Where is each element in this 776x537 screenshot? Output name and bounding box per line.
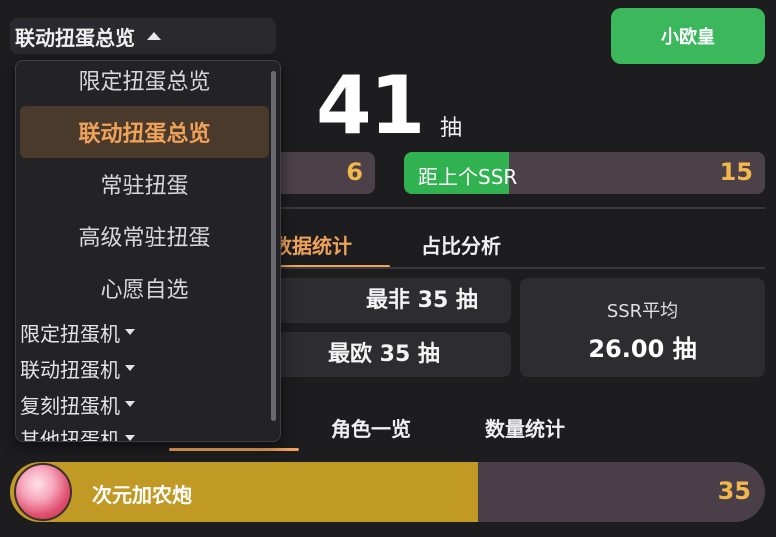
menu-item-premium-standard[interactable]: 高级常驻扭蛋: [20, 210, 269, 262]
stat-worst-text: 最非 35 抽: [366, 288, 478, 313]
pity-since-ssr-label: 距上个SSR: [418, 165, 518, 189]
chevron-down-icon: [125, 435, 135, 441]
total-pulls-unit: 抽: [440, 116, 463, 141]
stat-card-best: 最欧 35 抽: [270, 332, 511, 377]
menu-group-limited[interactable]: 限定扭蛋机: [20, 317, 135, 347]
menu-item-collab-overview[interactable]: 联动扭蛋总览: [20, 106, 269, 158]
ssr-average-value: 26.00 抽: [588, 335, 697, 363]
menu-group-label: 复刻扭蛋机: [20, 393, 120, 418]
divider: [270, 267, 765, 269]
character-count-fill: [10, 462, 479, 522]
character-count: 35: [717, 477, 751, 505]
menu-item-wishlist[interactable]: 心愿自选: [20, 262, 269, 314]
character-name: 次元加农炮: [92, 483, 192, 507]
menu-group-other[interactable]: 其他扭蛋机: [20, 423, 135, 442]
menu-scrollbar[interactable]: [271, 71, 276, 421]
stat-best-text: 最欧 35 抽: [328, 342, 440, 367]
character-row[interactable]: 次元加农炮 35: [10, 462, 765, 522]
luck-title-button[interactable]: 小欧皇: [611, 8, 765, 64]
chevron-down-icon: [125, 365, 135, 371]
menu-item-limited-overview[interactable]: 限定扭蛋总览: [20, 61, 269, 106]
stat-card-ssr-average: SSR平均 26.00 抽: [520, 278, 765, 377]
pity-bar-left: 6: [270, 152, 375, 194]
pity-since-ssr-value: 15: [719, 158, 753, 186]
menu-group-label: 其他扭蛋机: [20, 427, 120, 442]
character-avatar: [14, 463, 72, 521]
chevron-down-icon: [125, 329, 135, 335]
chevron-down-icon: [125, 401, 135, 407]
pity-left-value: 6: [346, 158, 363, 186]
pity-bar-since-ssr: 距上个SSR 15: [404, 152, 765, 194]
tab-character-list[interactable]: 角色一览: [331, 413, 411, 442]
tab-ratio-analysis[interactable]: 占比分析: [421, 230, 501, 259]
tab-underline: [169, 448, 299, 451]
pool-selector[interactable]: 联动扭蛋总览: [10, 18, 276, 54]
pool-selector-label: 联动扭蛋总览: [15, 25, 135, 50]
stat-card-worst: 最非 35 抽: [270, 278, 511, 323]
tab-count-stats[interactable]: 数量统计: [485, 413, 565, 442]
tab-data-stats[interactable]: 数据统计: [272, 230, 352, 259]
menu-group-label: 限定扭蛋机: [20, 321, 120, 346]
total-pulls: 41: [316, 59, 425, 152]
ssr-average-label: SSR平均: [606, 301, 679, 322]
menu-item-standard[interactable]: 常驻扭蛋: [20, 158, 269, 210]
menu-group-label: 联动扭蛋机: [20, 357, 120, 382]
pool-dropdown-menu: 限定扭蛋总览 联动扭蛋总览 常驻扭蛋 高级常驻扭蛋 心愿自选 限定扭蛋机 联动扭…: [15, 60, 281, 442]
divider: [270, 207, 765, 209]
caret-up-icon: [147, 32, 161, 40]
menu-group-rerun[interactable]: 复刻扭蛋机: [20, 389, 135, 419]
menu-group-collab[interactable]: 联动扭蛋机: [20, 353, 135, 383]
